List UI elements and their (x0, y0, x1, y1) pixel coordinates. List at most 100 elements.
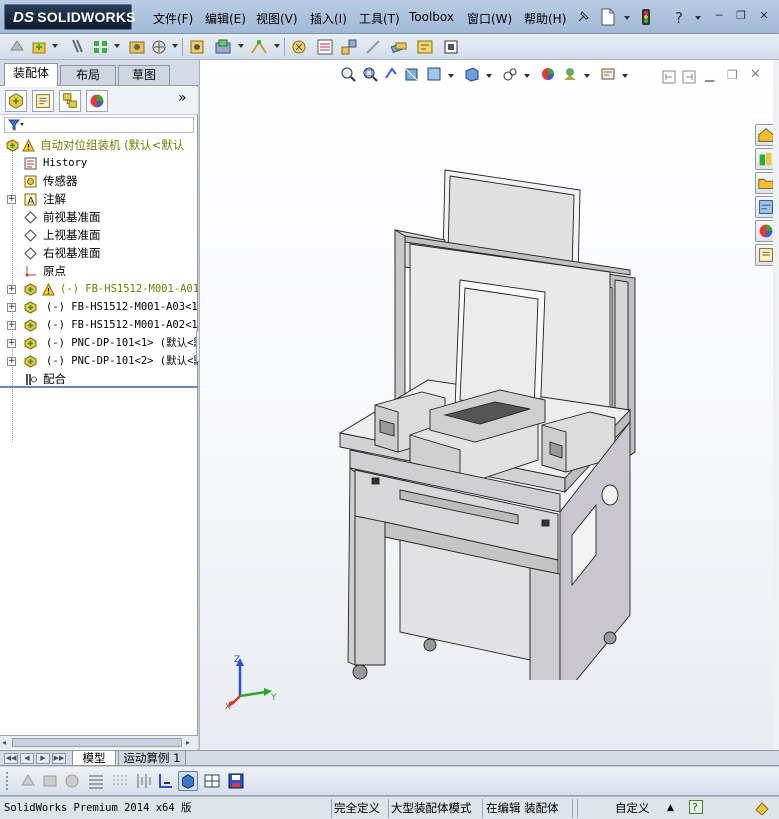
pattern-dropdown-icon[interactable] (114, 44, 120, 48)
wireframe-icon[interactable] (86, 771, 106, 791)
move-dropdown-icon[interactable] (172, 44, 178, 48)
exploded-view-icon[interactable] (340, 38, 358, 56)
menu-window[interactable]: 窗口(W) (467, 10, 512, 27)
close-icon[interactable]: ✕ (757, 10, 771, 22)
tree-item[interactable]: + A 注解 (0, 190, 198, 208)
section-icon[interactable] (134, 771, 154, 791)
section-view-icon[interactable] (404, 66, 420, 82)
display-dropdown-icon[interactable] (524, 74, 530, 78)
display-style-icon[interactable] (502, 66, 518, 82)
shaded-with-edges-icon[interactable] (178, 771, 198, 791)
tab-layout[interactable]: 布局 (60, 65, 116, 85)
solidworks-logo[interactable]: DS SOLIDWORKS (4, 4, 136, 30)
scene-dropdown-icon[interactable] (584, 74, 590, 78)
tab-last-icon[interactable]: ▶▶ (52, 753, 66, 764)
menu-tools[interactable]: 工具(T) (359, 10, 400, 27)
menu-toolbox[interactable]: Toolbox (409, 10, 454, 24)
new-dropdown-icon[interactable] (624, 16, 630, 20)
menu-edit[interactable]: 编辑(E) (205, 10, 246, 27)
expand-panel-icon[interactable]: » (178, 90, 187, 106)
units-selector[interactable]: 自定义 (615, 800, 650, 817)
explode-line-sketch-icon[interactable] (364, 38, 382, 56)
settings-dropdown-icon[interactable] (622, 74, 628, 78)
reference-geometry-icon[interactable] (250, 38, 268, 56)
reference-dropdown-icon[interactable] (274, 44, 280, 48)
viewport-scrollbar[interactable] (773, 60, 779, 750)
tab-assembly[interactable]: 装配体 (4, 63, 58, 86)
tree-item[interactable]: 传感器 (0, 172, 198, 190)
viewport-tile-horizontal-icon[interactable] (662, 70, 676, 84)
menu-file[interactable]: 文件(F) (153, 10, 193, 27)
insert-dropdown-icon[interactable] (52, 44, 58, 48)
property-manager-icon[interactable] (32, 90, 54, 112)
interference-detection-icon[interactable] (390, 38, 408, 56)
zoom-to-fit-icon[interactable] (340, 66, 356, 82)
help-dropdown-icon[interactable] (695, 16, 701, 20)
viewport-minimize-icon[interactable]: ▁ (705, 68, 714, 82)
tree-horizontal-scrollbar[interactable]: ◂ ▸ (0, 735, 198, 749)
tab-next-icon[interactable]: ▶ (36, 753, 50, 764)
linear-pattern-icon[interactable] (92, 38, 110, 56)
tree-item[interactable]: + (-) FB-HS1512-M001-A02<1> (0, 316, 198, 334)
bill-of-materials-icon[interactable] (316, 38, 334, 56)
zoom-to-area-icon[interactable] (362, 66, 378, 82)
scroll-thumb[interactable] (12, 738, 182, 747)
tree-item[interactable]: 前视基准面 (0, 208, 198, 226)
filter-icon[interactable] (8, 119, 24, 131)
smart-fasteners-icon[interactable] (128, 38, 146, 56)
pin-icon[interactable] (575, 9, 591, 25)
menu-help[interactable]: 帮助(H) (524, 10, 566, 27)
assembly-model[interactable] (310, 160, 640, 680)
expand-toggle-icon[interactable]: + (7, 357, 16, 366)
filter-bar[interactable] (4, 117, 194, 133)
tab-model[interactable]: 模型 (72, 751, 116, 766)
panel-splitter[interactable] (0, 386, 198, 388)
scene-icon[interactable] (562, 66, 578, 82)
new-document-icon[interactable] (600, 8, 616, 26)
expand-toggle-icon[interactable]: + (7, 321, 16, 330)
roll-view-icon[interactable] (62, 771, 82, 791)
graphics-area[interactable]: ▁ ❐ ✕ Z Y X (199, 60, 779, 750)
insert-component-icon[interactable] (30, 38, 48, 56)
traffic-light-icon[interactable] (640, 8, 652, 26)
tree-item[interactable]: History (0, 154, 198, 172)
save-view-icon[interactable] (226, 771, 246, 791)
new-motion-study-icon[interactable] (290, 38, 308, 56)
display-manager-icon[interactable] (86, 90, 108, 112)
tab-sketch[interactable]: 草图 (118, 65, 170, 85)
assembly-features-icon[interactable] (214, 38, 232, 56)
tab-prev-icon[interactable]: ◀ (20, 753, 34, 764)
appearance-icon[interactable] (540, 66, 556, 82)
instant3d-icon[interactable] (442, 38, 460, 56)
expand-toggle-icon[interactable]: + (7, 195, 16, 204)
tree-root-assembly[interactable]: 自动对位组装机 (默认<默认 (0, 136, 198, 154)
view-settings-icon[interactable] (600, 66, 616, 82)
rotate-view-icon[interactable] (18, 771, 38, 791)
tree-item[interactable]: + (-) FB-HS1512-M001-A01< (0, 280, 198, 298)
viewport-restore-icon[interactable]: ❐ (727, 68, 738, 82)
tree-item[interactable]: + (-) PNC-DP-101<2> (默认<默 (0, 352, 198, 370)
move-component-icon[interactable] (150, 38, 168, 56)
expand-toggle-icon[interactable]: + (7, 303, 16, 312)
tab-first-icon[interactable]: ◀◀ (4, 753, 18, 764)
tab-motion-study[interactable]: 运动算例 1 (118, 751, 186, 766)
pan-view-icon[interactable] (40, 771, 60, 791)
mate-icon[interactable] (68, 38, 86, 56)
features-dropdown-icon[interactable] (238, 44, 244, 48)
show-hidden-icon[interactable] (188, 38, 206, 56)
orientation-dropdown-icon[interactable] (486, 74, 492, 78)
tangent-edges-icon[interactable] (156, 771, 176, 791)
tree-item[interactable]: + (-) PNC-DP-101<1> (默认<默 (0, 334, 198, 352)
help-status-icon[interactable]: ? (689, 800, 703, 814)
tree-item[interactable]: 右视基准面 (0, 244, 198, 262)
tree-item[interactable]: + (-) FB-HS1512-M001-A03<1> (0, 298, 198, 316)
edit-component-icon[interactable] (8, 38, 26, 56)
annotation-dropdown-icon[interactable] (448, 74, 454, 78)
expand-toggle-icon[interactable]: + (7, 285, 16, 294)
restore-icon[interactable]: ❐ (734, 10, 748, 22)
menu-view[interactable]: 视图(V) (256, 10, 298, 27)
configuration-manager-icon[interactable] (59, 90, 81, 112)
rebuild-status-icon[interactable] (754, 800, 770, 816)
dynamic-annotation-icon[interactable] (426, 66, 442, 82)
viewport-tile-vertical-icon[interactable] (682, 70, 696, 84)
